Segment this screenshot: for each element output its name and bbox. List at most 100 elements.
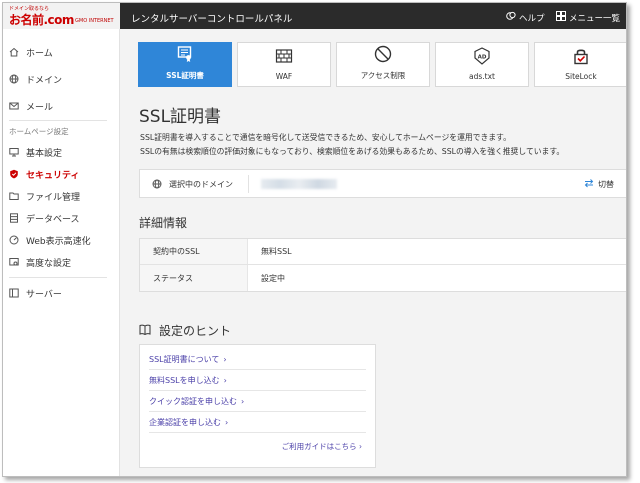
description-line: SSLの有無は検索順位の評価対象にもなっており、検索順位をあげる効果もあるため、… [140,147,565,156]
globe-icon [152,179,162,192]
help-button[interactable]: ヘルプ [506,11,545,24]
detail-value: 無料SSL [261,247,292,256]
switch-label: 切替 [598,179,614,189]
help-label: ヘルプ [519,13,545,24]
logo-wordmark: お名前.com [9,13,74,27]
sidebar-item-label: 基本設定 [26,148,63,159]
detail-table: 契約中のSSL 無料SSL ステータス 設定中 [139,238,626,292]
table-row: 契約中のSSL 無料SSL [140,239,626,265]
panel-title: レンタルサーバーコントロールパネル [131,14,293,25]
chevron-right-icon: › [241,396,245,406]
sidebar-section-homepage: ホームページ設定 [9,127,69,136]
table-row: ステータス 設定中 [140,265,626,291]
hint-link-about-ssl[interactable]: SSL証明書について › [149,349,366,370]
tab-ads-txt[interactable]: AD ads.txt [435,42,529,87]
menu-list-label: メニュー一覧 [569,13,621,24]
tab-label: SSL証明書 [166,71,204,80]
hint-link-free-ssl[interactable]: 無料SSLを申し込む › [149,370,366,391]
sidebar-item-basic-settings[interactable]: 基本設定 [3,142,120,162]
switch-domain-button[interactable]: 切替 [584,178,614,190]
prohibit-icon [374,45,392,66]
hint-link-enterprise-auth[interactable]: 企業認証を申し込む › [149,412,366,433]
sidebar-item-security[interactable]: セキュリティ [3,164,120,184]
divider [248,175,249,193]
sidebar-item-label: ホーム [26,48,53,59]
database-icon [9,213,19,223]
sidebar-item-label: セキュリティ [26,170,80,181]
detail-key: ステータス [140,265,248,291]
sidebar-item-server[interactable]: サーバー [3,283,120,303]
sidebar-item-label: 高度な設定 [26,258,72,269]
svg-text:AD: AD [478,55,487,61]
book-icon [139,324,151,338]
sidebar-item-label: メール [26,102,54,113]
hint-link-quick-auth[interactable]: クイック認証を申し込む › [149,391,366,412]
app-window: ドメイン取るなら お名前.com GMO INTERNET レンタルサーバーコン… [2,2,627,477]
sidebar-divider [9,277,107,278]
tab-access-restriction[interactable]: アクセス制限 [336,42,430,87]
usage-guide-link[interactable]: ご利用ガイドはこちら › [282,441,362,452]
chevron-right-icon: › [223,375,227,385]
shield-icon [9,169,19,179]
sidebar-item-file-manager[interactable]: ファイル管理 [3,186,120,206]
home-icon [9,47,19,57]
sidebar-item-label: Web表示高速化 [26,236,91,247]
tab-ssl[interactable]: SSL証明書 [138,42,232,87]
advanced-icon [9,257,19,267]
sidebar-item-label: ファイル管理 [26,192,81,203]
sidebar: ホーム ドメイン メール ホームページ設定 基本設定 セキュリティ ファイル管理… [3,29,120,476]
sidebar-item-home[interactable]: ホーム [3,42,120,62]
detail-key: 契約中のSSL [140,239,248,264]
detail-section-title: 詳細情報 [139,216,188,230]
selected-domain-label: 選択中のドメイン [169,180,233,189]
tab-label: アクセス制限 [360,71,406,80]
hint-link-label: SSL証明書について [149,354,220,364]
hint-link-label: クイック認証を申し込む [149,396,237,406]
onamae-logo[interactable]: ドメイン取るなら お名前.com GMO INTERNET [3,3,120,29]
hint-section-title: 設定のヒント [139,322,231,339]
description-line: SSL証明書を導入することで通信を暗号化して送受信できるため、安心してホームペー… [140,133,511,142]
sidebar-item-web-speedup[interactable]: Web表示高速化 [3,230,120,250]
ssl-description: SSL証明書を導入することで通信を暗号化して送受信できるため、安心してホームペー… [140,131,620,159]
tab-label: WAF [275,72,293,81]
sidebar-item-domain[interactable]: ドメイン [3,69,120,89]
page-title: SSL証明書 [139,107,222,127]
ads-icon: AD [473,47,491,68]
lock-icon [572,47,590,68]
hint-link-label: 企業認証を申し込む [149,417,221,427]
server-icon [9,288,19,298]
monitor-icon [9,147,19,157]
hint-box: SSL証明書について › 無料SSLを申し込む › クイック認証を申し込む › 企業認… [139,344,376,468]
mail-icon [9,101,19,111]
sidebar-item-label: ドメイン [26,75,63,86]
top-bar: ドメイン取るなら お名前.com GMO INTERNET レンタルサーバーコン… [3,3,626,29]
tab-label: ads.txt [469,72,495,81]
switch-arrows-icon [584,178,594,190]
sidebar-divider [9,120,107,121]
selected-domain-value [261,179,337,189]
tab-label: SiteLock [565,72,597,81]
help-icon [506,11,516,24]
sidebar-item-mail[interactable]: メール [3,96,120,116]
speed-icon [9,235,19,245]
tab-waf[interactable]: WAF [237,42,331,87]
domain-selector: 選択中のドメイン 切替 [139,169,626,198]
certificate-icon [176,45,194,66]
sidebar-item-advanced[interactable]: 高度な設定 [3,252,120,272]
hint-link-label: 無料SSLを申し込む [149,375,220,385]
firewall-icon [275,47,293,68]
folder-icon [9,191,19,201]
logo-brand: GMO INTERNET [75,18,114,24]
grid-icon [556,11,566,24]
usage-guide-label: ご利用ガイドはこちら [281,442,357,451]
detail-value: 設定中 [261,273,285,283]
globe-icon [9,74,19,84]
chevron-right-icon: › [359,442,362,451]
menu-list-button[interactable]: メニュー一覧 [556,11,620,24]
sidebar-item-database[interactable]: データベース [3,208,120,228]
tab-sitelock[interactable]: SiteLock [534,42,626,87]
sidebar-item-label: サーバー [26,289,62,300]
hint-title-text: 設定のヒント [159,324,232,338]
chevron-right-icon: › [223,354,227,364]
sidebar-item-label: データベース [26,214,80,225]
